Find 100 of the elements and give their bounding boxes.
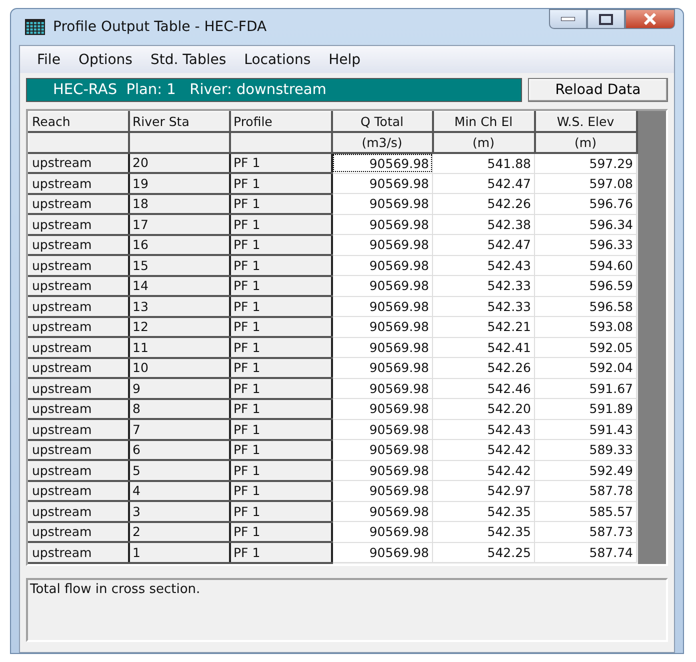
table-cell: PF 1 — [230, 255, 332, 276]
close-icon — [643, 13, 657, 25]
table-cell: 14 — [128, 276, 230, 296]
table-cell: 542.43 — [432, 255, 534, 276]
table-cell: PF 1 — [230, 173, 332, 194]
table-cell: 542.33 — [432, 296, 534, 316]
table-cell: upstream — [28, 337, 128, 358]
reload-data-button[interactable]: Reload Data — [528, 78, 668, 102]
table-cell: PF 1 — [230, 214, 332, 234]
table-cell: 18 — [128, 194, 230, 214]
table-cell: 90569.98 — [332, 276, 432, 296]
table-cell: 90569.98 — [332, 316, 432, 337]
table-cell: PF 1 — [230, 316, 332, 337]
table-cell: 1 — [128, 542, 230, 562]
column-header: Reach — [28, 112, 128, 132]
table-cell: 90569.98 — [332, 480, 432, 501]
table-cell: 542.47 — [432, 173, 534, 194]
status-text: Total flow in cross section. — [26, 578, 668, 642]
column-header: Profile — [230, 112, 332, 132]
table-cell: 542.26 — [432, 194, 534, 214]
table-cell: 592.49 — [534, 460, 636, 480]
minimize-icon — [561, 17, 575, 21]
table-cell: 597.08 — [534, 173, 636, 194]
table-cell: 90569.98 — [332, 194, 432, 214]
table-cell: 542.25 — [432, 542, 534, 562]
table-cell: 4 — [128, 480, 230, 501]
table-cell: 12 — [128, 316, 230, 337]
table-cell: 90569.98 — [332, 501, 432, 522]
table-cell: 589.33 — [534, 440, 636, 460]
table-cell: 542.33 — [432, 276, 534, 296]
table-cell: upstream — [28, 378, 128, 398]
table-cell: PF 1 — [230, 194, 332, 214]
table-cell: upstream — [28, 173, 128, 194]
table-cell: PF 1 — [230, 398, 332, 419]
table-cell: upstream — [28, 398, 128, 419]
table-cell: 17 — [128, 214, 230, 234]
table-cell: 596.58 — [534, 296, 636, 316]
table-cell: PF 1 — [230, 522, 332, 542]
table-cell: 20 — [128, 152, 230, 173]
table-cell: upstream — [28, 214, 128, 234]
table-cell: upstream — [28, 316, 128, 337]
table-cell: PF 1 — [230, 152, 332, 173]
menu-item[interactable]: Locations — [235, 50, 320, 70]
table-cell: upstream — [28, 255, 128, 276]
table-cell: 596.76 — [534, 194, 636, 214]
menu-item[interactable]: Options — [69, 50, 142, 70]
minimize-button[interactable] — [549, 9, 587, 29]
menu-item[interactable]: Help — [320, 50, 370, 70]
table-cell: PF 1 — [230, 378, 332, 398]
table-cell: PF 1 — [230, 440, 332, 460]
table-cell: upstream — [28, 501, 128, 522]
table-cell: upstream — [28, 234, 128, 255]
table-cell: 90569.98 — [332, 255, 432, 276]
table-cell: 542.35 — [432, 522, 534, 542]
table-cell: 596.33 — [534, 234, 636, 255]
table-icon — [25, 19, 45, 35]
table-cell: 585.57 — [534, 501, 636, 522]
table-cell: 5 — [128, 460, 230, 480]
table-cell: 90569.98 — [332, 440, 432, 460]
table-cell: upstream — [28, 276, 128, 296]
table-cell: 542.21 — [432, 316, 534, 337]
table-cell: upstream — [28, 358, 128, 378]
table-cell: 8 — [128, 398, 230, 419]
maximize-button[interactable] — [587, 9, 625, 29]
table-cell: 90569.98 — [332, 173, 432, 194]
table-cell: 15 — [128, 255, 230, 276]
table-cell: 6 — [128, 440, 230, 460]
menu-item[interactable]: Std. Tables — [141, 50, 236, 70]
menu-item[interactable]: File — [28, 50, 70, 70]
table-cell: upstream — [28, 480, 128, 501]
table-cell: 587.74 — [534, 542, 636, 562]
table-cell: 542.43 — [432, 419, 534, 440]
table-cell: 90569.98 — [332, 214, 432, 234]
table-cell: 542.97 — [432, 480, 534, 501]
table-cell: 594.60 — [534, 255, 636, 276]
table-cell: 10 — [128, 358, 230, 378]
table-cell: 11 — [128, 337, 230, 358]
column-header: W.S. Elev — [534, 112, 636, 132]
table-cell: 2 — [128, 522, 230, 542]
table-cell: 591.89 — [534, 398, 636, 419]
table-cell: 3 — [128, 501, 230, 522]
table-cell: PF 1 — [230, 296, 332, 316]
table-cell: 542.42 — [432, 440, 534, 460]
table-cell: 542.35 — [432, 501, 534, 522]
table-cell: PF 1 — [230, 337, 332, 358]
table-cell: 596.59 — [534, 276, 636, 296]
table-cell: 90569.98 — [332, 358, 432, 378]
table-cell: 587.73 — [534, 522, 636, 542]
table-cell: 90569.98 — [332, 460, 432, 480]
table-cell: upstream — [28, 296, 128, 316]
table-cell: 90569.98 — [332, 378, 432, 398]
table-cell: upstream — [28, 460, 128, 480]
table-cell: upstream — [28, 194, 128, 214]
table-cell: 542.20 — [432, 398, 534, 419]
table-cell: 90569.98 — [332, 296, 432, 316]
close-button[interactable] — [625, 9, 675, 29]
table-cell: upstream — [28, 542, 128, 562]
window-title: Profile Output Table - HEC-FDA — [53, 19, 267, 35]
table-cell: 542.46 — [432, 378, 534, 398]
table-cell: PF 1 — [230, 358, 332, 378]
